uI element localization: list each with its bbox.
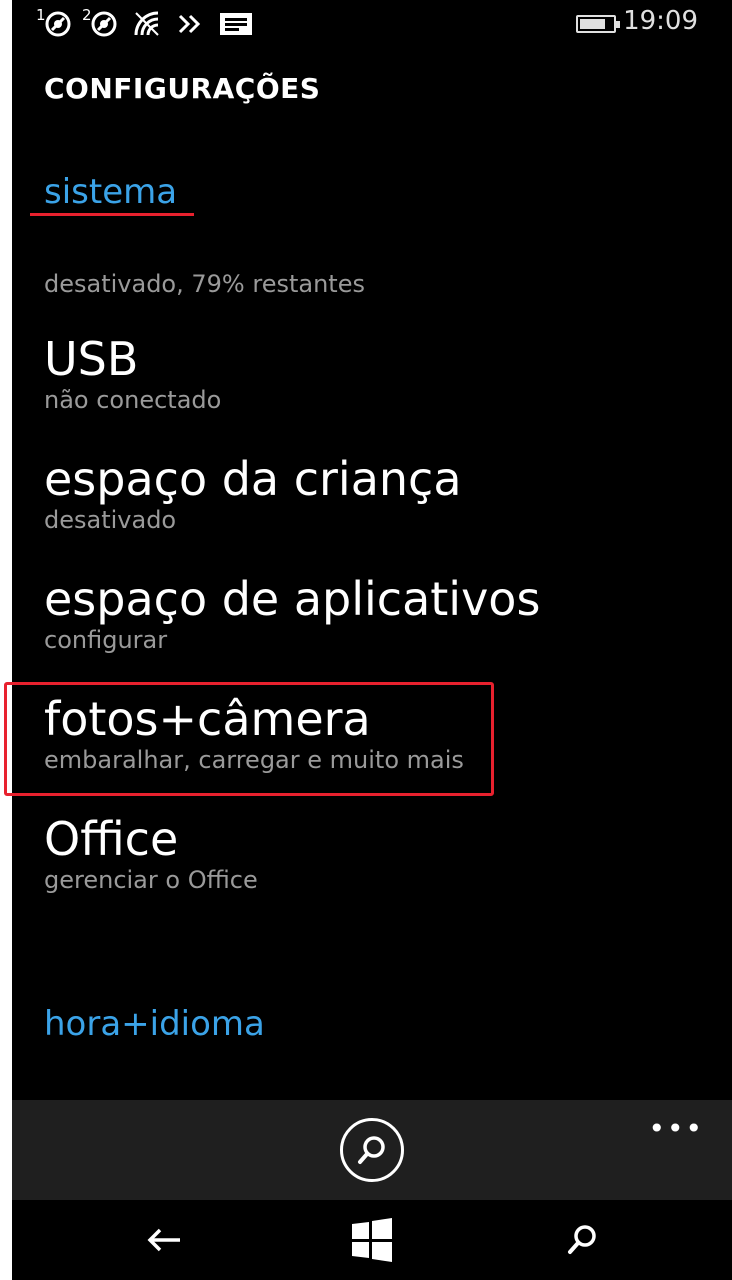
windows-logo-icon [352,1218,392,1262]
search-icon [358,1136,385,1164]
page-title: CONFIGURAÇÕES [44,72,321,105]
back-arrow-icon [147,1228,180,1252]
search-icon [568,1225,596,1254]
more-options-button[interactable]: ••• [648,1112,704,1145]
wifi-icon [132,8,162,40]
list-item-subtitle: gerenciar o Office [44,866,258,894]
list-item-subtitle: não conectado [44,386,222,414]
battery-icon [576,15,620,33]
appbar-search-button[interactable] [340,1118,404,1182]
search-button[interactable] [558,1216,606,1264]
list-item-subtitle: configurar [44,626,168,654]
sim2-signal-icon: 2 [82,6,118,40]
back-button[interactable] [140,1216,188,1264]
app-bar: ••• [12,1100,732,1200]
list-item-title: espaço da criança [44,452,462,506]
notification-icon [218,8,254,40]
annotation-underline [30,213,194,216]
battery-tip [616,21,620,28]
screen-edge [0,0,12,1280]
list-item-photos-camera[interactable]: fotos+câmera embaralhar, carregar e muit… [44,692,704,774]
battery-saver-status[interactable]: desativado, 79% restantes [44,270,365,298]
data-sense-icon [176,8,202,40]
list-item-title: Office [44,812,179,866]
sim1-signal-icon: 1 [36,6,72,40]
sim2-number: 2 [82,6,92,24]
list-item-subtitle: embaralhar, carregar e muito mais [44,746,464,774]
list-item-usb[interactable]: USB não conectado [44,332,704,414]
sim1-number: 1 [36,6,46,24]
list-item-subtitle: desativado [44,506,177,534]
navigation-bar [12,1200,732,1280]
list-item-apps-corner[interactable]: espaço de aplicativos configurar [44,572,704,654]
settings-screen: 1 2 19:09 CONFIGURAÇÕES sistema desativa… [4,0,732,1280]
list-item-title: USB [44,332,139,386]
section-header-sistema[interactable]: sistema [44,172,177,212]
status-bar: 1 2 19:09 [12,0,732,50]
list-item-kids-corner[interactable]: espaço da criança desativado [44,452,704,534]
battery-fill [580,19,605,29]
start-button[interactable] [348,1216,396,1264]
clock: 19:09 [623,6,698,36]
list-item-title: fotos+câmera [44,692,371,746]
list-item-title: espaço de aplicativos [44,572,541,626]
section-header-hora-idioma[interactable]: hora+idioma [44,1004,265,1044]
list-item-office[interactable]: Office gerenciar o Office [44,812,704,894]
